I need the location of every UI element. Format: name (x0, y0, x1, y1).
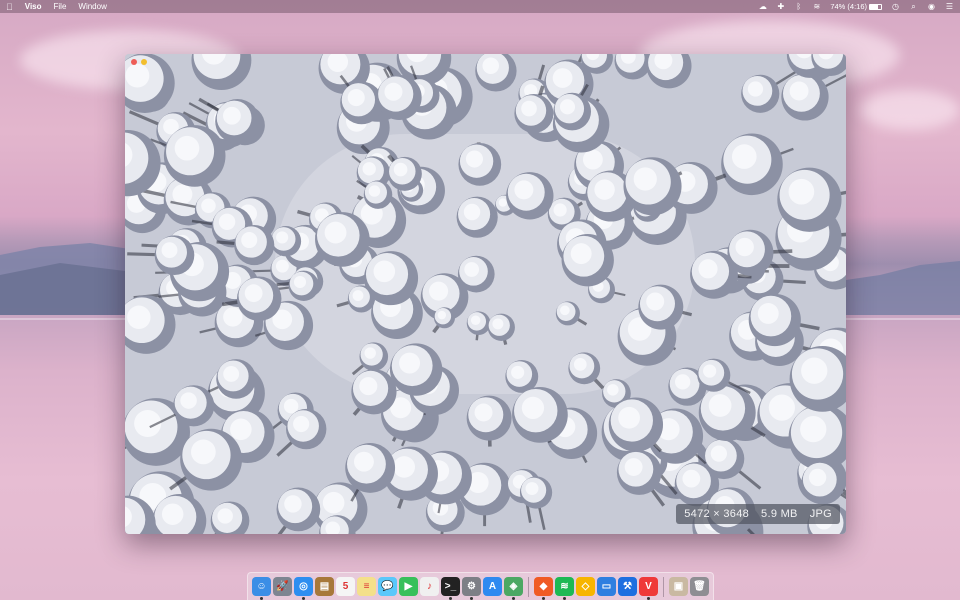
vivaldi-icon[interactable]: V (639, 577, 658, 600)
close-button[interactable] (131, 59, 137, 65)
battery-label: 74% (4:16) (830, 2, 867, 11)
safari-icon[interactable]: ◎ (294, 577, 313, 600)
minimize-button[interactable] (141, 59, 147, 65)
notification-center-icon[interactable]: ☰ (945, 2, 954, 11)
bluetooth-icon[interactable]: ᛒ (794, 2, 803, 11)
battery-status[interactable]: 74% (4:16) (830, 2, 882, 11)
siri-icon[interactable]: ◉ (927, 2, 936, 11)
image-info-badge: 5472 × 3648 5.9 MB JPG (676, 504, 840, 524)
wallpaper-cloud (860, 90, 960, 130)
plus-icon[interactable]: ✚ (776, 2, 785, 11)
trash-icon[interactable]: 🗑 (690, 577, 709, 596)
clock-icon[interactable]: ◷ (891, 2, 900, 11)
dock-separator (528, 576, 529, 597)
image-file-size: 5.9 MB (761, 508, 798, 520)
creative-cloud-icon[interactable]: ☁ (758, 2, 767, 11)
window-controls (131, 59, 147, 65)
search-icon[interactable]: ⌕ (909, 2, 918, 11)
menu-file[interactable]: File (54, 2, 67, 11)
app-store-icon[interactable]: A (483, 577, 502, 596)
notefile-icon[interactable]: ▤ (315, 577, 334, 596)
viewer-window: 5472 × 3648 5.9 MB JPG (125, 54, 846, 534)
menu-app-name[interactable]: Viso (25, 2, 42, 11)
notes-icon[interactable]: ≡ (357, 577, 376, 596)
maps-icon[interactable]: ◈ (504, 577, 523, 600)
dock-separator (663, 576, 664, 597)
menu-window[interactable]: Window (78, 2, 106, 11)
facetime-icon[interactable]: ▶ (399, 577, 418, 596)
terminal-icon[interactable]: >_ (441, 577, 460, 600)
calendar-icon[interactable]: 5 (336, 577, 355, 596)
spotify-icon[interactable]: ≋ (555, 577, 574, 600)
system-preferences-icon[interactable]: ⚙ (462, 577, 481, 600)
finder-icon[interactable]: ☺ (252, 577, 271, 600)
snowy-forest-photo (125, 54, 846, 534)
dock: ☺ 🚀 ◎ ▤ 5 ≡ 💬 ▶ ♪ >_ ⚙ A ◈ ◆ ≋ ◇ ▭ ⚒ V ▣ 🗑 (247, 572, 714, 600)
sketch-icon[interactable]: ◇ (576, 577, 595, 596)
brave-icon[interactable]: ◆ (534, 577, 553, 600)
folder-icon[interactable]: ▭ (597, 577, 616, 596)
xcode-icon[interactable]: ⚒ (618, 577, 637, 596)
battery-icon (869, 3, 882, 10)
apple-icon[interactable]:  (6, 2, 13, 12)
wifi-icon[interactable]: ≋ (812, 2, 821, 11)
music-icon[interactable]: ♪ (420, 577, 439, 596)
launchpad-icon[interactable]: 🚀 (273, 577, 292, 596)
downloads-icon[interactable]: ▣ (669, 577, 688, 596)
image-canvas[interactable] (125, 54, 846, 534)
image-dimensions: 5472 × 3648 (684, 508, 750, 520)
messages-icon[interactable]: 💬 (378, 577, 397, 596)
menu-bar:  Viso File Window ☁ ✚ ᛒ ≋ 74% (4:16) ◷ … (0, 0, 960, 13)
image-format: JPG (809, 508, 832, 520)
